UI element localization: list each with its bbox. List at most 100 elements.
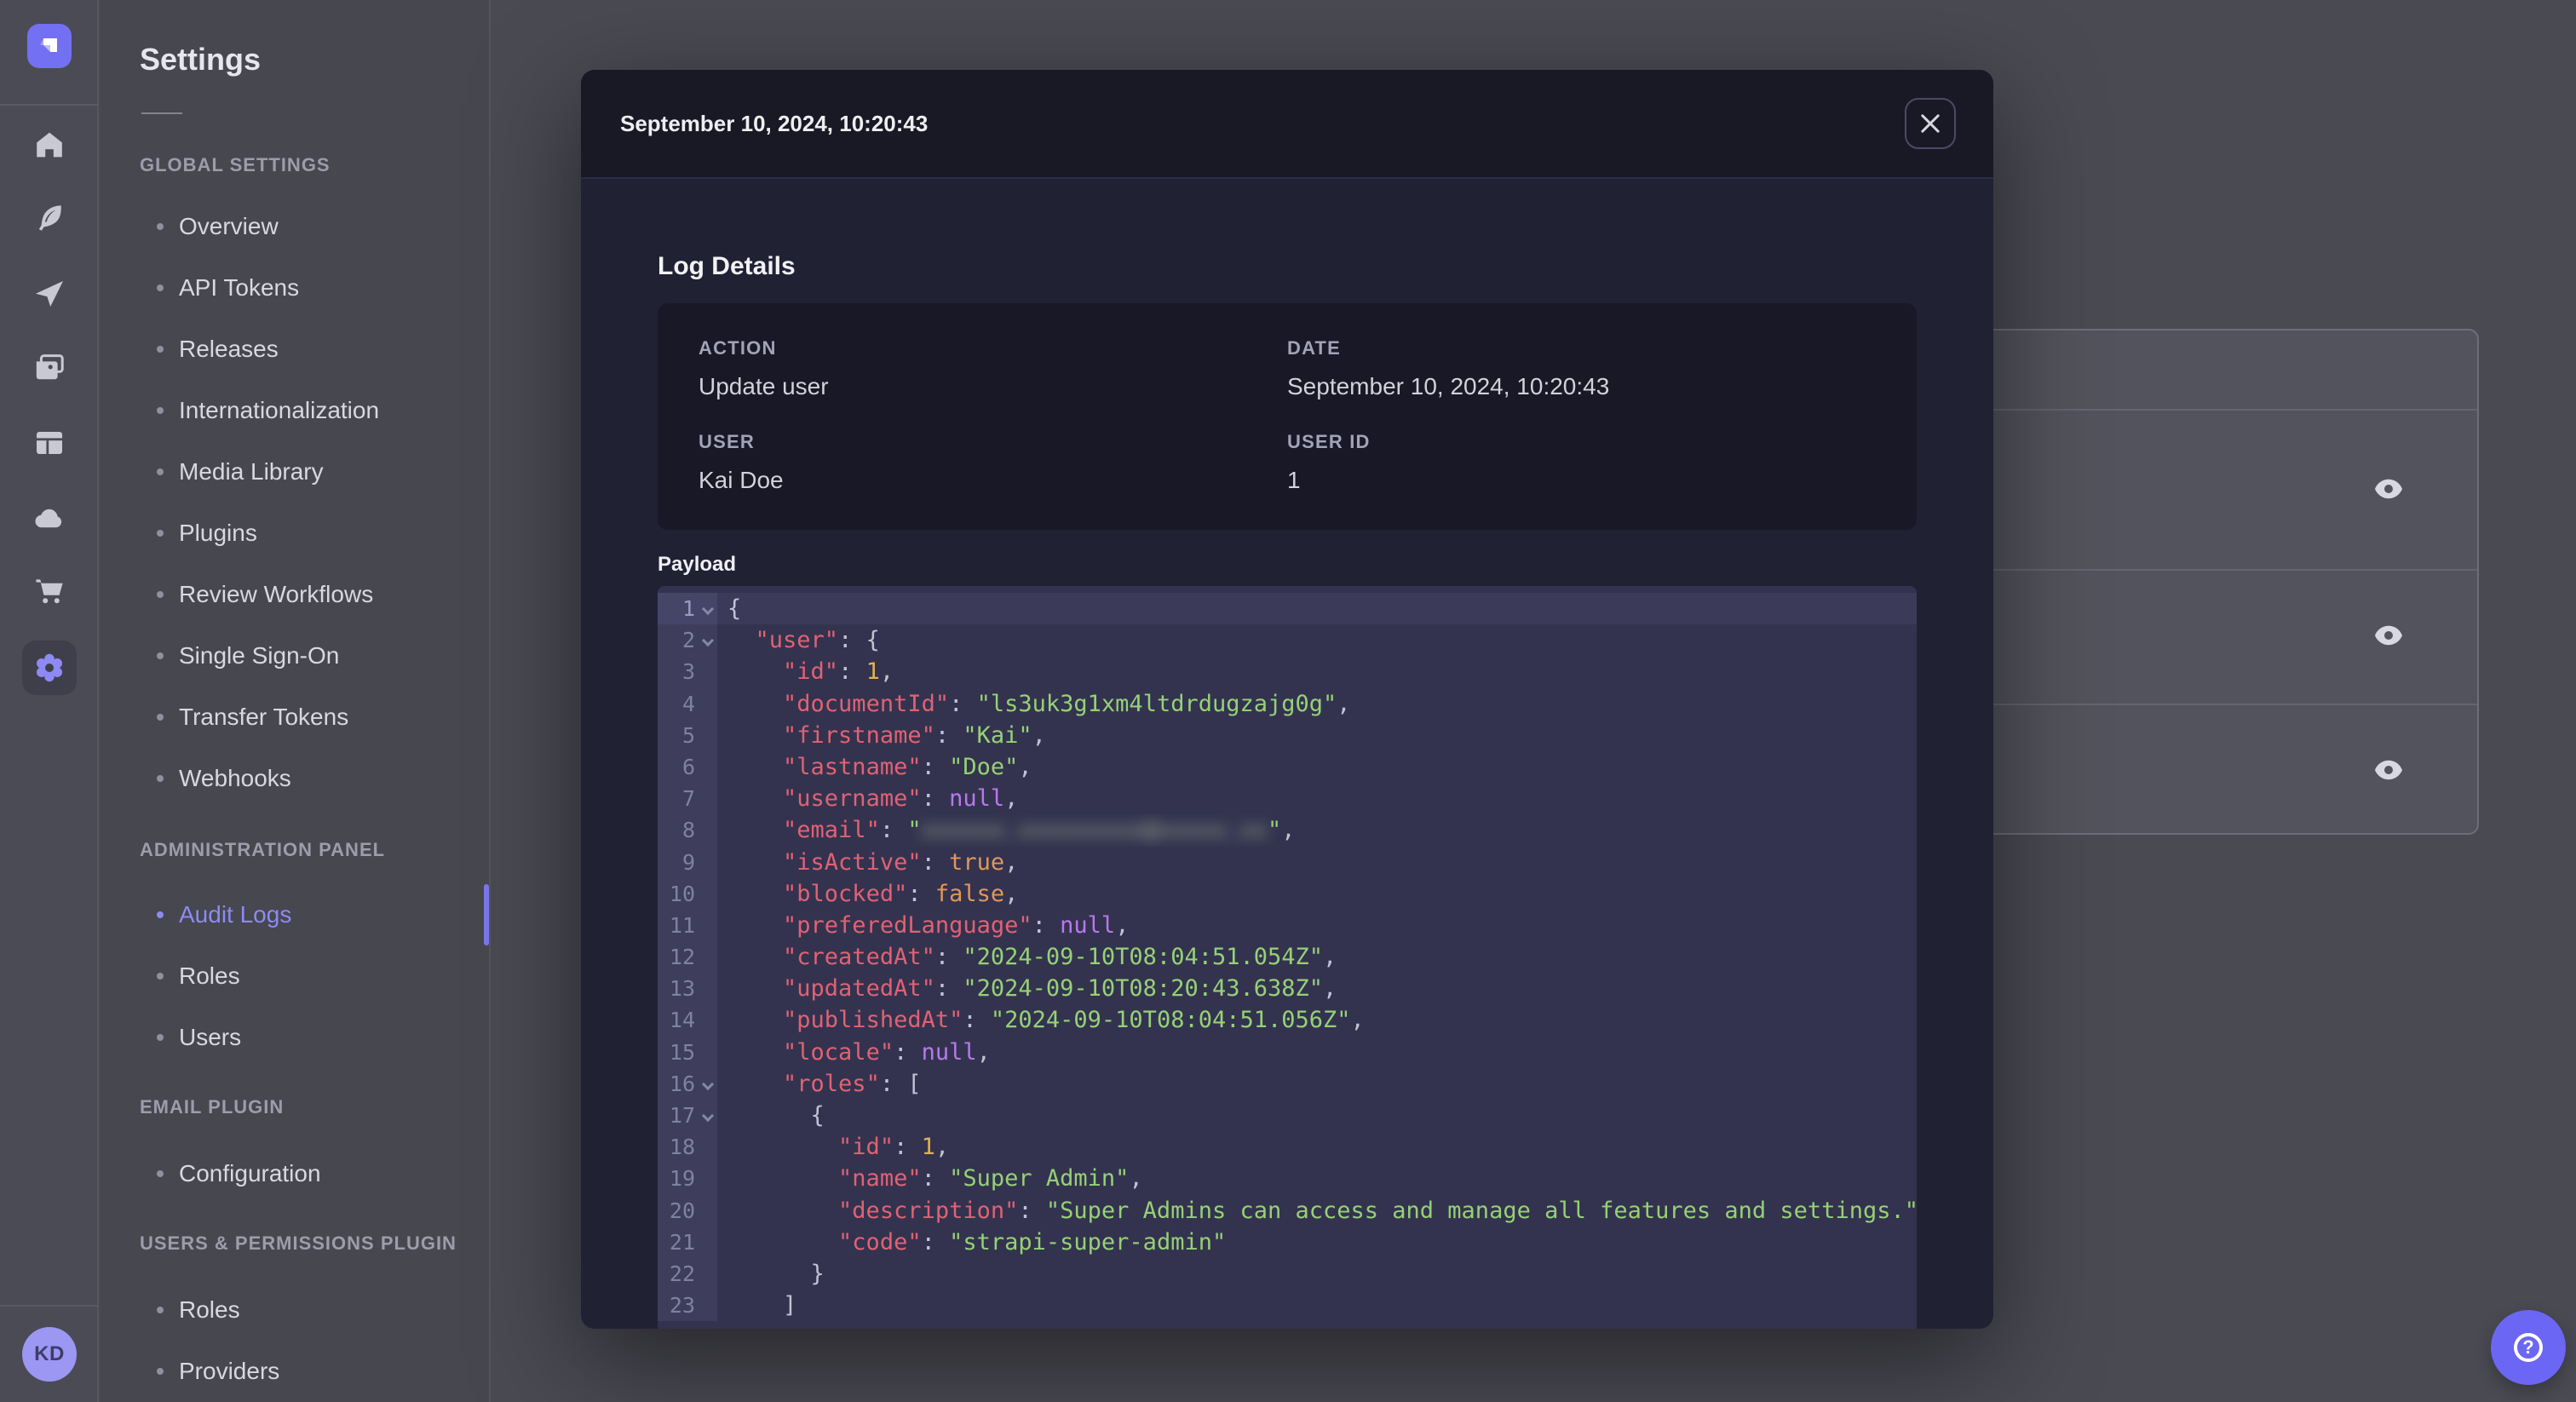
sidebar-item-label: API Tokens bbox=[179, 274, 300, 301]
code-line-content: "preferedLanguage": null, bbox=[783, 911, 1130, 939]
view-log-button[interactable] bbox=[2370, 470, 2407, 508]
eye-icon bbox=[2375, 760, 2402, 780]
line-number: 7 bbox=[658, 783, 717, 815]
avatar[interactable]: KD bbox=[22, 1327, 77, 1382]
settings-nav-panel: Settings GLOBAL SETTINGS Overview API Toke… bbox=[101, 0, 491, 1402]
code-line-content: "locale": null, bbox=[783, 1038, 991, 1066]
code-line-content: "username": null, bbox=[783, 785, 1019, 813]
code-line: 20 "description": "Super Admins can acce… bbox=[658, 1194, 1917, 1227]
media-library-icon[interactable] bbox=[32, 351, 66, 385]
code-line: 8 "email": "xxxxxx.xxxxxxxxx@xxxxx.xx", bbox=[658, 814, 1917, 847]
line-number: 21 bbox=[658, 1226, 717, 1258]
sidebar-item-label: Roles bbox=[179, 1296, 240, 1323]
close-button[interactable] bbox=[1905, 98, 1956, 149]
payload-label: Payload bbox=[658, 553, 737, 576]
bullet-icon bbox=[157, 346, 164, 353]
sidebar-item-roles[interactable]: Roles bbox=[101, 1279, 489, 1341]
code-line: 4 "documentId": "ls3uk3g1xm4ltdrdugzajg0… bbox=[658, 687, 1917, 720]
line-number: 5 bbox=[658, 719, 717, 751]
strapi-logo[interactable] bbox=[27, 24, 72, 68]
code-line-content: "name": "Super Admin", bbox=[838, 1165, 1143, 1192]
sidebar-item-label: Plugins bbox=[179, 520, 257, 546]
code-line-content: } bbox=[727, 1260, 825, 1287]
cloud-icon[interactable] bbox=[32, 501, 66, 535]
nav-section-heading: GLOBAL SETTINGS bbox=[140, 154, 331, 175]
payload-code-editor[interactable]: 1{2 "user": {3 "id": 1, 4 "documentId": "… bbox=[658, 586, 1917, 1329]
bullet-icon bbox=[157, 652, 164, 659]
sidebar-item-providers[interactable]: Providers bbox=[101, 1341, 489, 1402]
bullet-icon bbox=[157, 468, 164, 475]
bullet-icon bbox=[157, 223, 164, 230]
sidebar-item-api-tokens[interactable]: API Tokens bbox=[101, 257, 489, 319]
sidebar-item-label: Review Workflows bbox=[179, 581, 374, 607]
sidebar-item-overview[interactable]: Overview bbox=[101, 196, 489, 257]
main-sidebar-rail: KD bbox=[0, 0, 99, 1402]
code-line-content: "isActive": true, bbox=[783, 848, 1019, 876]
sidebar-item-internationalization[interactable]: Internationalization bbox=[101, 380, 489, 441]
code-line-content: "email": "xxxxxx.xxxxxxxxx@xxxxx.xx", bbox=[783, 817, 1296, 844]
sidebar-item-plugins[interactable]: Plugins bbox=[101, 503, 489, 564]
sidebar-item-webhooks[interactable]: Webhooks bbox=[101, 748, 489, 809]
sidebar-item-label: Single Sign-On bbox=[179, 642, 340, 669]
page-title: Settings bbox=[140, 42, 262, 77]
bullet-icon bbox=[157, 530, 164, 537]
release-icon[interactable] bbox=[32, 276, 66, 310]
sidebar-item-transfer-tokens[interactable]: Transfer Tokens bbox=[101, 687, 489, 748]
app-root: KD Settings GLOBAL SETTINGS Overview API T… bbox=[0, 0, 2576, 1402]
sidebar-item-configuration[interactable]: Configuration bbox=[101, 1143, 489, 1204]
code-line: 10 "blocked": false, bbox=[658, 877, 1917, 910]
help-button[interactable]: ? bbox=[2491, 1310, 2566, 1385]
line-number: 14 bbox=[658, 1004, 717, 1037]
sidebar-item-releases[interactable]: Releases bbox=[101, 319, 489, 380]
redacted-email-value: xxxxxx.xxxxxxxxx@xxxxx.xx bbox=[921, 817, 1268, 844]
sidebar-item-label: Webhooks bbox=[179, 765, 291, 791]
sidebar-item-users[interactable]: Users bbox=[101, 1007, 489, 1068]
view-log-button[interactable] bbox=[2370, 617, 2407, 654]
code-line: 21 "code": "strapi-super-admin" bbox=[658, 1226, 1917, 1258]
code-line: 23 ] bbox=[658, 1290, 1917, 1322]
code-line-content: "lastname": "Doe", bbox=[783, 753, 1032, 780]
bullet-icon bbox=[157, 973, 164, 980]
line-number: 18 bbox=[658, 1131, 717, 1164]
code-line: 22 } bbox=[658, 1257, 1917, 1290]
question-icon: ? bbox=[2514, 1333, 2543, 1362]
code-line: 6 "lastname": "Doe", bbox=[658, 750, 1917, 784]
code-line-content: "updatedAt": "2024-09-10T08:20:43.638Z", bbox=[783, 975, 1337, 1003]
bullet-icon bbox=[157, 591, 164, 598]
sidebar-item-roles[interactable]: Roles bbox=[101, 945, 489, 1007]
code-line-content: "createdAt": "2024-09-10T08:04:51.054Z", bbox=[783, 944, 1337, 971]
code-line-content: "publishedAt": "2024-09-10T08:04:51.056Z… bbox=[783, 1007, 1365, 1034]
sidebar-item-label: Audit Logs bbox=[179, 901, 292, 928]
code-line: 2 "user": { bbox=[658, 624, 1917, 657]
sidebar-item-media-library[interactable]: Media Library bbox=[101, 441, 489, 503]
home-icon[interactable] bbox=[32, 128, 66, 162]
log-details-card: ACTION Update user DATE September 10, 20… bbox=[658, 303, 1917, 530]
code-line: 1{ bbox=[658, 593, 1917, 625]
detail-date: DATE September 10, 2024, 10:20:43 bbox=[1287, 337, 1876, 402]
code-line-content: "roles": [ bbox=[783, 1070, 922, 1097]
code-line: 9 "isActive": true, bbox=[658, 846, 1917, 878]
eye-icon bbox=[2375, 625, 2402, 646]
view-log-button[interactable] bbox=[2370, 751, 2407, 789]
code-line-content: { bbox=[727, 1102, 825, 1129]
settings-gear-icon bbox=[37, 653, 62, 682]
line-number: 11 bbox=[658, 909, 717, 942]
bullet-icon bbox=[157, 714, 164, 721]
sidebar-item-audit-logs[interactable]: Audit Logs bbox=[101, 884, 489, 945]
bullet-icon bbox=[157, 284, 164, 291]
sidebar-item-single-sign-on[interactable]: Single Sign-On bbox=[101, 625, 489, 687]
detail-user: USER Kai Doe bbox=[699, 431, 1287, 496]
sidebar-item-label: Users bbox=[179, 1024, 242, 1050]
settings-gear-active[interactable] bbox=[22, 641, 77, 695]
code-line-content: "code": "strapi-super-admin" bbox=[838, 1228, 1227, 1255]
sidebar-item-label: Roles bbox=[179, 962, 240, 989]
detail-value: September 10, 2024, 10:20:43 bbox=[1287, 373, 1610, 399]
sidebar-item-label: Media Library bbox=[179, 458, 324, 485]
code-line: 18 "id": 1, bbox=[658, 1131, 1917, 1164]
code-line: 14 "publishedAt": "2024-09-10T08:04:51.0… bbox=[658, 1004, 1917, 1037]
content-type-builder-icon[interactable] bbox=[32, 426, 66, 460]
bullet-icon bbox=[157, 1170, 164, 1177]
content-manager-icon[interactable] bbox=[32, 201, 66, 235]
marketplace-icon[interactable] bbox=[32, 574, 66, 608]
sidebar-item-review-workflows[interactable]: Review Workflows bbox=[101, 564, 489, 625]
